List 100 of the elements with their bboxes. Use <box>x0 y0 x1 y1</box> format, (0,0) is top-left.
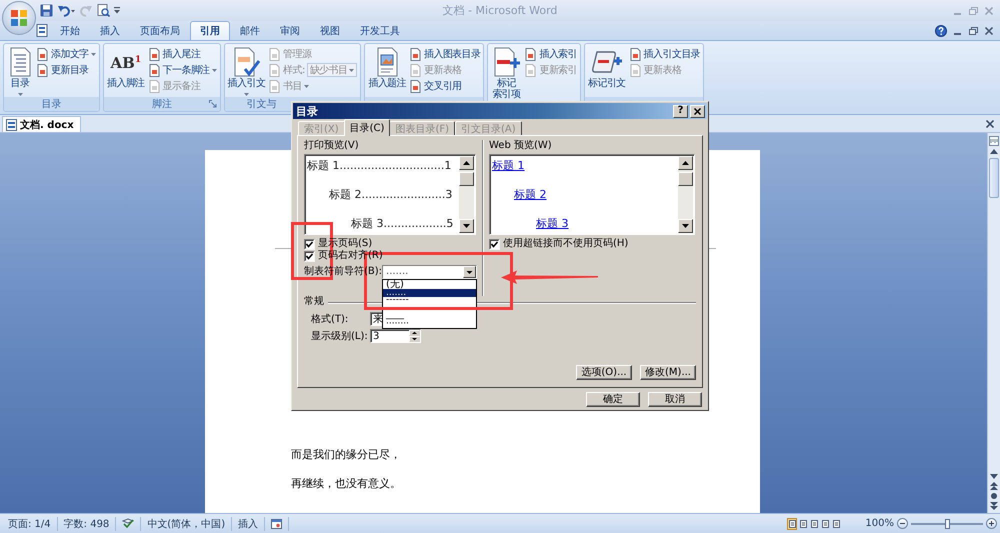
ribbon-button[interactable]: 插入尾注 <box>146 46 218 62</box>
zoom-level[interactable]: 100% <box>865 518 894 529</box>
dropdown-option[interactable]: ....... <box>383 289 476 297</box>
format-label: 格式(T): <box>311 312 350 326</box>
spinner-icon[interactable] <box>409 330 420 342</box>
vertical-scrollbar[interactable] <box>987 133 1000 513</box>
dropdown-option[interactable]: ____ <box>383 311 476 320</box>
ribbon-button[interactable]: 插入引文目录 <box>628 46 702 62</box>
caret-icon <box>304 84 310 88</box>
ribbon-tab[interactable]: 插入 <box>90 21 130 40</box>
checkbox[interactable] <box>489 238 500 250</box>
checkbox[interactable] <box>304 238 315 250</box>
ribbon-large-button[interactable]: 标记引文 <box>587 45 627 97</box>
ribbon-button[interactable]: 添加文字 <box>35 46 97 62</box>
scroll-up-icon[interactable] <box>678 156 693 170</box>
view-button[interactable] <box>820 518 830 530</box>
view-button[interactable] <box>831 518 842 530</box>
save-icon[interactable] <box>40 4 53 17</box>
print-preview-icon[interactable] <box>97 4 110 17</box>
zoom-out-button[interactable] <box>897 518 908 529</box>
leader-dropdown[interactable]: ....... <box>382 265 478 279</box>
page-count[interactable]: 页面: 1/4 <box>2 516 57 530</box>
window-title: 文档 - Microsoft Word <box>442 3 558 18</box>
browse-object-icon[interactable] <box>990 492 998 500</box>
view-button[interactable] <box>787 518 798 530</box>
ribbon-tab[interactable]: 开发工具 <box>350 21 410 40</box>
page-view-icon <box>822 520 829 528</box>
page-icon <box>36 48 49 60</box>
ribbon-tab[interactable]: 视图 <box>310 21 350 40</box>
close-icon[interactable] <box>986 120 994 128</box>
zoom-slider[interactable] <box>911 518 983 528</box>
scroll-down-icon[interactable] <box>990 474 998 480</box>
scrollbar-thumb[interactable] <box>989 158 999 198</box>
slider-thumb[interactable] <box>945 518 950 528</box>
ribbon-tab[interactable]: 引用 <box>190 21 230 40</box>
view-button[interactable] <box>809 518 820 530</box>
page-icon <box>409 64 422 76</box>
ribbon-large-button[interactable]: AB$^{1}$ 插入脚注 <box>106 45 146 97</box>
help-button[interactable]: ? <box>673 104 688 118</box>
dialog-button[interactable]: 取消 <box>648 392 702 407</box>
zoom-in-button[interactable] <box>986 518 997 529</box>
macro-icon[interactable] <box>271 518 282 528</box>
insert-mode[interactable]: 插入 <box>232 516 264 530</box>
scroll-down-icon[interactable] <box>459 219 474 233</box>
ribbon-tab[interactable]: 审阅 <box>270 21 310 40</box>
ribbon-button[interactable]: 插入索引 <box>523 46 578 62</box>
body-text: 再继续，也没有意义。 <box>291 477 402 491</box>
undo-icon[interactable] <box>57 4 76 17</box>
panel-button[interactable]: 修改(M)... <box>640 365 696 380</box>
ribbon-large-button[interactable]: 插入引文 <box>226 45 266 97</box>
ruler-icon[interactable] <box>989 136 999 146</box>
next-page-icon[interactable] <box>990 502 998 510</box>
spellcheck-icon[interactable] <box>122 518 134 529</box>
dialog-tab[interactable]: 目录(C) <box>344 119 390 136</box>
ribbon-tab[interactable]: 开始 <box>50 21 90 40</box>
scrollbar[interactable] <box>459 156 474 233</box>
ribbon-tab[interactable]: 邮件 <box>230 21 270 40</box>
ribbon-button[interactable]: 交叉引用 <box>408 78 482 94</box>
dropdown-option[interactable]: ------- <box>383 297 476 304</box>
close-icon[interactable] <box>985 27 993 35</box>
scroll-up-icon[interactable] <box>459 156 474 170</box>
document-tab[interactable]: 文档. docx <box>2 116 81 132</box>
ribbon-large-button[interactable]: 插入题注 <box>367 45 408 97</box>
ribbon-large-button[interactable]: 标记 索引项 <box>490 45 522 101</box>
ribbon-button[interactable]: 更新目录 <box>35 62 97 78</box>
preview-heading: 标题 3 <box>536 218 568 230</box>
group-label: 目录 <box>42 98 62 111</box>
panel-button[interactable]: 选项(O)... <box>576 365 632 380</box>
dialog-button[interactable]: 确定 <box>586 392 640 407</box>
view-button[interactable] <box>798 518 808 530</box>
previous-page-icon[interactable] <box>990 482 998 490</box>
levels-label: 显示级别(L): <box>311 330 369 343</box>
ribbon-tab[interactable]: 页面布局 <box>130 21 190 40</box>
levels-spinbox[interactable]: 3 <box>370 329 421 343</box>
close-button[interactable] <box>690 104 705 118</box>
word-count[interactable]: 字数: 498 <box>58 516 116 530</box>
ribbon-button[interactable]: 插入图表目录 <box>408 46 482 62</box>
page-icon <box>524 64 538 76</box>
restore-icon[interactable] <box>969 27 978 35</box>
page-icon <box>268 64 282 76</box>
ribbon-button[interactable]: 下一条脚注 <box>146 62 218 78</box>
language-status[interactable]: 中文(简体，中国) <box>141 516 232 530</box>
document-icon[interactable] <box>36 24 48 37</box>
group-label: 脚注 <box>152 98 172 111</box>
scroll-down-icon[interactable] <box>678 219 693 233</box>
dialog-launcher-icon[interactable] <box>208 100 217 108</box>
scrollbar[interactable] <box>678 156 693 233</box>
page-icon <box>268 48 282 60</box>
page-icon <box>148 64 161 76</box>
checkbox[interactable] <box>304 250 315 262</box>
page-icon <box>524 48 538 60</box>
web-preview-label: Web 预览(W) <box>489 140 553 152</box>
scroll-up-icon[interactable] <box>990 148 998 154</box>
page-icon <box>628 64 642 76</box>
ribbon-large-button[interactable]: 目录 <box>6 45 34 97</box>
minus-icon <box>900 523 905 524</box>
dropdown-option[interactable]: ········ <box>383 320 476 328</box>
help-icon[interactable] <box>935 25 947 37</box>
page-view-icon <box>800 520 807 528</box>
customize-caret-icon[interactable] <box>114 6 120 14</box>
